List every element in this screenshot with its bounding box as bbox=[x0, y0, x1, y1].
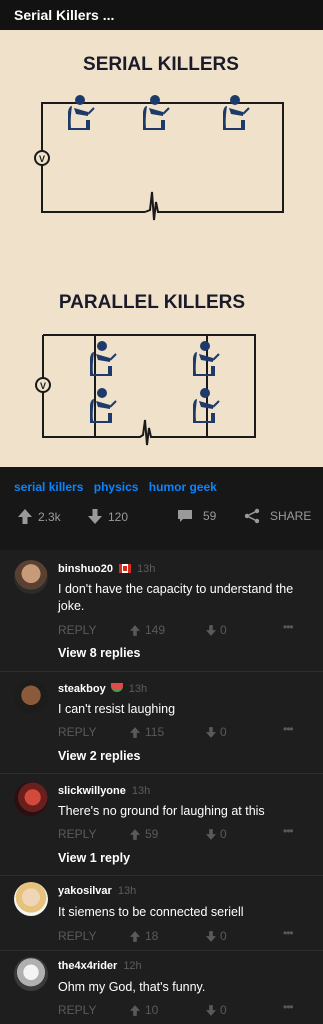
downvote-count: 120 bbox=[108, 509, 129, 524]
upvote-arrow-icon bbox=[130, 1004, 140, 1016]
avatar[interactable] bbox=[14, 560, 48, 594]
comment-text: I can't resist laughing bbox=[58, 702, 176, 716]
post-actions: 2.3k 120 59 SHARE bbox=[0, 503, 323, 531]
share-icon bbox=[244, 508, 260, 524]
reply-button[interactable]: REPLY bbox=[58, 1003, 96, 1017]
watermelon-icon bbox=[110, 683, 123, 692]
comment-actions: REPLY 18 0 ••• bbox=[58, 926, 308, 943]
comment-author[interactable]: slickwillyone 13h bbox=[58, 785, 150, 797]
comment-time: 13h bbox=[131, 785, 151, 797]
downvote-arrow-icon bbox=[206, 1004, 216, 1016]
comment-author[interactable]: binshuo20 13h bbox=[58, 563, 155, 575]
share-button[interactable]: SHARE bbox=[244, 508, 311, 524]
circuit-meme-illustration: SERIAL KILLERS V PARALLEL KILLERS V bbox=[34, 54, 284, 446]
comment-text: There's no ground for laughing at this bbox=[58, 804, 265, 818]
comment-text: Ohm my God, that's funny. bbox=[58, 980, 206, 994]
upvote-arrow-icon bbox=[18, 509, 32, 524]
avatar[interactable] bbox=[14, 782, 48, 816]
upvote-arrow-icon bbox=[130, 930, 140, 942]
comment-actions: REPLY 10 0 ••• bbox=[58, 1000, 308, 1017]
tag-physics[interactable]: physics bbox=[94, 480, 139, 494]
serial-killers-label: SERIAL KILLERS bbox=[83, 54, 239, 75]
comment-downvote[interactable]: 0 bbox=[206, 725, 227, 739]
comment-text: It siemens to be connected seriell bbox=[58, 905, 244, 919]
tag-humor-geek[interactable]: humor geek bbox=[149, 480, 217, 494]
upvote-arrow-icon bbox=[130, 726, 140, 738]
comment-time: 12h bbox=[123, 960, 142, 972]
more-options-icon[interactable]: ••• bbox=[283, 1000, 294, 1014]
comment-author[interactable]: steakboy 13h bbox=[58, 683, 147, 695]
comment-downvote[interactable]: 0 bbox=[206, 929, 227, 943]
view-replies-link[interactable]: View 2 replies bbox=[58, 749, 140, 763]
tag-serial-killers[interactable]: serial killers bbox=[14, 480, 83, 494]
avatar[interactable] bbox=[14, 882, 48, 916]
svg-text:V: V bbox=[40, 381, 46, 391]
comment-item: slickwillyone 13h There's no ground for l… bbox=[0, 774, 323, 874]
svg-text:V: V bbox=[39, 154, 45, 164]
avatar[interactable] bbox=[14, 680, 48, 714]
upvote-arrow-icon bbox=[130, 624, 140, 636]
comment-time: 13h bbox=[128, 683, 148, 695]
upvote-arrow-icon bbox=[130, 828, 140, 840]
view-replies-link[interactable]: View 1 reply bbox=[58, 851, 130, 865]
reply-button[interactable]: REPLY bbox=[58, 827, 96, 841]
downvote-arrow-icon bbox=[88, 509, 102, 524]
parallel-killers-label: PARALLEL KILLERS bbox=[59, 292, 245, 313]
comment-actions: REPLY 115 0 ••• bbox=[58, 722, 308, 739]
comment-item: the4x4rider 12h Ohm my God, that's funny.… bbox=[0, 951, 323, 1024]
more-options-icon[interactable]: ••• bbox=[283, 620, 294, 634]
reply-button[interactable]: REPLY bbox=[58, 623, 96, 637]
comment-upvote[interactable]: 149 bbox=[130, 623, 165, 637]
more-options-icon[interactable]: ••• bbox=[283, 926, 294, 940]
comment-upvote[interactable]: 10 bbox=[130, 1003, 158, 1017]
avatar[interactable] bbox=[14, 957, 48, 991]
more-options-icon[interactable]: ••• bbox=[283, 824, 294, 838]
comment-time: 13h bbox=[137, 563, 156, 575]
comment-time: 13h bbox=[117, 885, 137, 897]
downvote-arrow-icon bbox=[206, 624, 216, 636]
comment-upvote[interactable]: 115 bbox=[130, 725, 164, 739]
comment-item: yakosilvar 13h It siemens to be connected… bbox=[0, 876, 323, 951]
comment-downvote[interactable]: 0 bbox=[206, 827, 227, 841]
downvote-arrow-icon bbox=[206, 828, 216, 840]
comment-upvote[interactable]: 18 bbox=[130, 929, 158, 943]
top-bar: Serial Killers ... bbox=[0, 0, 323, 30]
downvote-arrow-icon bbox=[206, 726, 216, 738]
comment-actions: REPLY 59 0 ••• bbox=[58, 824, 308, 841]
share-label: SHARE bbox=[270, 509, 312, 523]
comment-upvote[interactable]: 59 bbox=[130, 827, 158, 841]
comment-actions: REPLY 149 0 ••• bbox=[58, 620, 308, 637]
comments-button[interactable]: 59 bbox=[177, 509, 216, 523]
more-options-icon[interactable]: ••• bbox=[283, 722, 294, 736]
upvote-count: 2.3k bbox=[38, 509, 61, 524]
tag-list: serial killers physics humor geek bbox=[14, 480, 224, 494]
reply-button[interactable]: REPLY bbox=[58, 929, 96, 943]
post-title: Serial Killers ... bbox=[14, 7, 115, 23]
comment-bubble-icon bbox=[178, 510, 192, 522]
upvote-button[interactable]: 2.3k bbox=[18, 509, 61, 524]
downvote-arrow-icon bbox=[206, 930, 216, 942]
comment-author[interactable]: the4x4rider 12h bbox=[58, 960, 142, 972]
comment-downvote[interactable]: 0 bbox=[206, 623, 227, 637]
post-image[interactable]: SERIAL KILLERS V PARALLEL KILLERS V bbox=[0, 30, 323, 467]
view-replies-link[interactable]: View 8 replies bbox=[58, 646, 140, 660]
comment-item: steakboy 13h I can't resist laughing REPL… bbox=[0, 672, 323, 772]
comment-count: 59 bbox=[203, 509, 217, 523]
comment-author[interactable]: yakosilvar 13h bbox=[58, 885, 136, 897]
comment-item: binshuo20 13h I don't have the capacity t… bbox=[0, 550, 323, 670]
reply-button[interactable]: REPLY bbox=[58, 725, 96, 739]
comment-text: I don't have the capacity to understand … bbox=[58, 582, 294, 613]
comment-downvote[interactable]: 0 bbox=[206, 1003, 227, 1017]
canada-flag-icon bbox=[119, 564, 132, 573]
downvote-button[interactable]: 120 bbox=[88, 509, 128, 524]
